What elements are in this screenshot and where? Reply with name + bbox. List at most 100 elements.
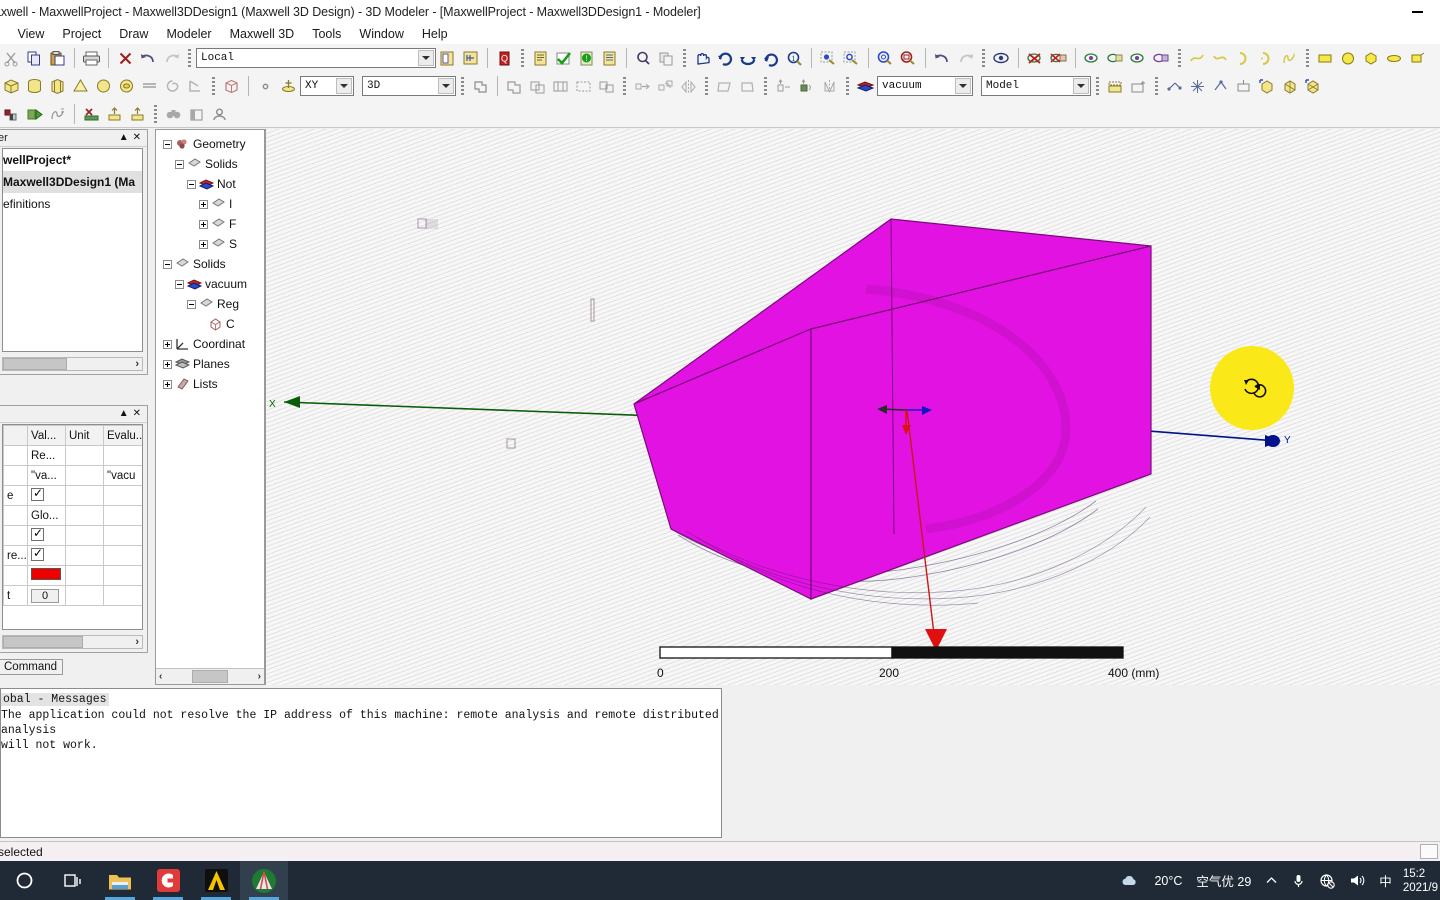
rectangle-icon[interactable]: [1314, 47, 1337, 70]
results-icon[interactable]: [46, 103, 69, 126]
taskbar-file-explorer[interactable]: [96, 861, 144, 900]
checkbox-checked[interactable]: [31, 527, 44, 541]
paste-icon[interactable]: [46, 47, 69, 70]
table-row[interactable]: "va... "vacu: [3, 465, 142, 486]
coordinate-system-select[interactable]: Local: [196, 48, 436, 68]
weather-widget[interactable]: [1113, 874, 1147, 888]
model-cube-front-face[interactable]: [633, 328, 812, 600]
redo-view-icon[interactable]: [954, 47, 977, 70]
search-icon[interactable]: [632, 47, 655, 70]
menu-item-modeler[interactable]: Modeler: [157, 24, 220, 44]
table-row[interactable]: Re...: [3, 445, 142, 466]
draw-cylinder-icon[interactable]: [23, 75, 46, 98]
draw-box-icon[interactable]: [0, 75, 23, 98]
collapse-toggle-icon[interactable]: [163, 139, 172, 149]
view-left-icon[interactable]: [1127, 47, 1150, 70]
ime-indicator[interactable]: 中: [1372, 871, 1399, 890]
fit-selection-icon[interactable]: [897, 47, 920, 70]
draw-sphere-icon[interactable]: [92, 75, 115, 98]
duplicate-icon[interactable]: [655, 47, 678, 70]
microphone-icon[interactable]: [1285, 873, 1312, 889]
draw-regular-polyhedron-icon[interactable]: [46, 75, 69, 98]
helix-icon[interactable]: [1406, 47, 1429, 70]
scroll-right-arrow[interactable]: ›: [255, 671, 264, 682]
draw-mode-select[interactable]: 3D: [362, 76, 456, 96]
check-icon[interactable]: [552, 47, 575, 70]
scroll-right-arrow[interactable]: ›: [135, 358, 142, 370]
undo-view-icon[interactable]: [931, 47, 954, 70]
tree-node-solid-1[interactable]: I: [156, 194, 264, 214]
row-value[interactable]: [27, 485, 66, 506]
expand-toggle-icon[interactable]: [199, 219, 208, 229]
new-layer-icon[interactable]: [1127, 75, 1150, 98]
project-node[interactable]: wellProject*: [3, 149, 142, 171]
taskbar-app-maxwell[interactable]: [240, 861, 288, 900]
document-icon[interactable]: [598, 47, 621, 70]
tree-node-planes[interactable]: Planes: [156, 354, 264, 374]
intersect-icon[interactable]: [549, 75, 572, 98]
regular-polygon-icon[interactable]: [1360, 47, 1383, 70]
imprint-icon[interactable]: [818, 75, 841, 98]
hide-selection-icon[interactable]: [1024, 47, 1047, 70]
tree-node-solid-2[interactable]: F: [156, 214, 264, 234]
tree-node-material-not[interactable]: Not: [156, 174, 264, 194]
rotate-icon[interactable]: [714, 47, 737, 70]
taskbar-app-ansys[interactable]: [192, 861, 240, 900]
import-icon[interactable]: [126, 103, 149, 126]
circle-icon[interactable]: [1337, 47, 1360, 70]
taskbar-app-c[interactable]: [144, 861, 192, 900]
show-all-icon[interactable]: [1047, 47, 1070, 70]
draw-cone-icon[interactable]: [69, 75, 92, 98]
project-manager-tree[interactable]: wellProject* Maxwell3DDesign1 (Ma efinit…: [2, 148, 143, 352]
checkbox-checked[interactable]: [31, 487, 44, 501]
report-icon[interactable]: [529, 47, 552, 70]
dynamic-rotate-icon[interactable]: 1: [783, 47, 806, 70]
material-stack-icon[interactable]: [854, 75, 877, 98]
menu-item-help[interactable]: Help: [413, 24, 457, 44]
arc-icon[interactable]: [1209, 47, 1232, 70]
collapse-icon[interactable]: ▲: [119, 409, 129, 419]
tree-node-vacuum[interactable]: vacuum: [156, 274, 264, 294]
validation-icon[interactable]: [0, 103, 23, 126]
tree-node-solids-1[interactable]: Solids: [156, 154, 264, 174]
thicken-icon[interactable]: [772, 75, 795, 98]
show-layers-icon[interactable]: [1104, 75, 1127, 98]
scroll-left-arrow[interactable]: ‹: [156, 671, 165, 682]
hscroll-thumb[interactable]: [192, 670, 228, 683]
view-back-icon[interactable]: [1104, 47, 1127, 70]
volume-icon[interactable]: [1342, 873, 1372, 888]
table-row[interactable]: t 0: [3, 585, 142, 606]
sweep-around-axis-icon[interactable]: [713, 75, 736, 98]
undo-icon[interactable]: [137, 47, 160, 70]
zoom-out-icon[interactable]: [840, 47, 863, 70]
assign-mesh-icon[interactable]: [1255, 75, 1278, 98]
pan-icon[interactable]: [691, 47, 714, 70]
draw-helix-icon[interactable]: [161, 75, 184, 98]
row-value[interactable]: "va...: [27, 465, 66, 486]
menu-item-draw[interactable]: Draw: [110, 24, 157, 44]
collapse-icon[interactable]: ▲: [119, 133, 129, 143]
task-view-button[interactable]: [48, 861, 96, 900]
chevron-down-icon[interactable]: [1073, 78, 1089, 94]
section-icon[interactable]: [469, 75, 492, 98]
print-icon[interactable]: [80, 47, 103, 70]
draw-bondwire-icon[interactable]: [138, 75, 161, 98]
tree-node-geometry[interactable]: Geometry: [156, 134, 264, 154]
tree-node-region[interactable]: Reg: [156, 294, 264, 314]
row-value[interactable]: [27, 545, 66, 566]
validate-icon[interactable]: Q: [493, 47, 516, 70]
draw-plane-icon[interactable]: [277, 75, 300, 98]
chevron-down-icon[interactable]: [955, 78, 971, 94]
row-value[interactable]: Re...: [27, 445, 66, 466]
table-row[interactable]: e: [3, 485, 142, 506]
view-front-icon[interactable]: [1081, 47, 1104, 70]
definitions-node[interactable]: efinitions: [3, 193, 142, 215]
point-icon[interactable]: [220, 75, 243, 98]
checkbox-checked[interactable]: [31, 547, 44, 561]
zoom-in-icon[interactable]: [817, 47, 840, 70]
material-select[interactable]: vacuum: [877, 76, 973, 96]
menu-item-window[interactable]: Window: [350, 24, 412, 44]
menu-item-maxwell3d[interactable]: Maxwell 3D: [221, 24, 304, 44]
expand-toggle-icon[interactable]: [199, 199, 208, 209]
subtract-icon[interactable]: [526, 75, 549, 98]
